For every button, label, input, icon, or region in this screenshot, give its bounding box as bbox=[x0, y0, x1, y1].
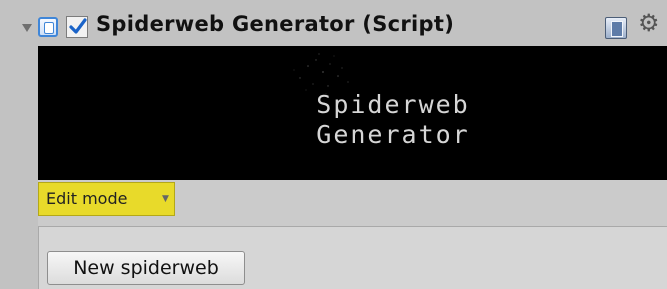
component-title: Spiderweb Generator (Script) bbox=[96, 12, 455, 36]
banner-line-1: Spiderweb bbox=[316, 90, 470, 119]
chevron-down-icon: ▼ bbox=[162, 194, 169, 204]
gear-icon[interactable]: ⚙ bbox=[638, 11, 660, 35]
help-book-icon[interactable] bbox=[605, 17, 627, 39]
edit-panel: New spiderweb bbox=[38, 226, 667, 289]
mode-toolbar: Edit mode ▼ bbox=[38, 180, 667, 226]
banner-title: Spiderweb Generator bbox=[198, 90, 588, 150]
foldout-arrow-icon[interactable] bbox=[22, 24, 32, 32]
new-spiderweb-button[interactable]: New spiderweb bbox=[47, 251, 245, 285]
banner-image: Spiderweb Generator bbox=[38, 46, 667, 180]
enabled-checkbox[interactable] bbox=[66, 16, 88, 38]
edit-mode-dropdown[interactable]: Edit mode ▼ bbox=[38, 182, 175, 216]
script-icon bbox=[38, 17, 58, 37]
edit-mode-label: Edit mode bbox=[46, 189, 128, 208]
banner-line-2: Generator bbox=[316, 120, 470, 149]
component-header: Spiderweb Generator (Script) ⚙ bbox=[0, 0, 667, 46]
checkmark-icon bbox=[69, 18, 87, 34]
